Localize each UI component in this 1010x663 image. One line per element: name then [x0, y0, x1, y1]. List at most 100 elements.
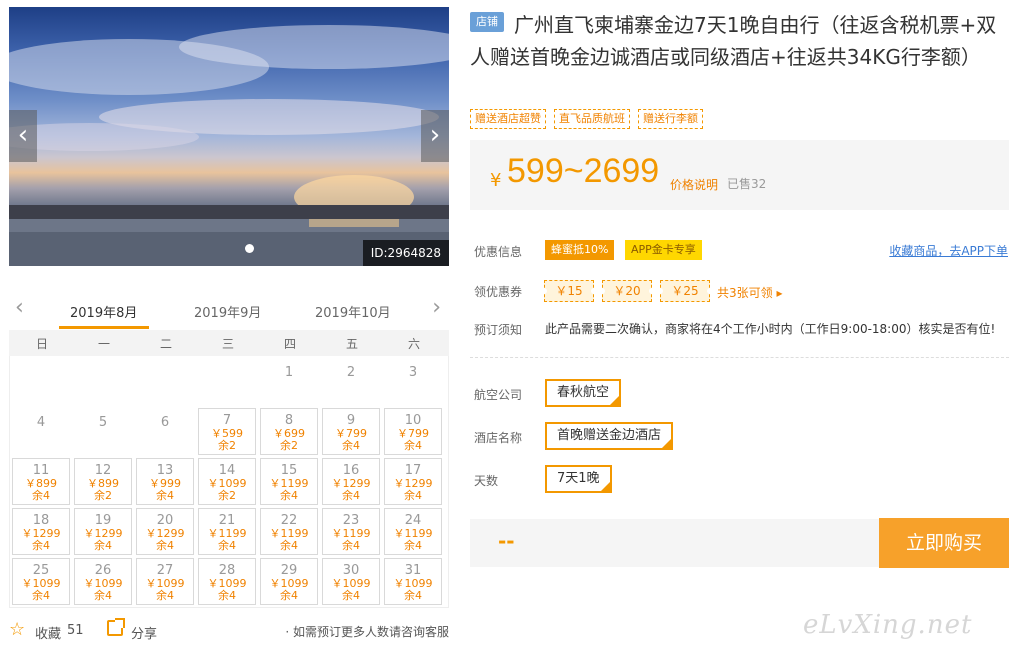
feature-tag: 直飞品质航班 [554, 109, 630, 129]
calendar-day-left: 余4 [342, 539, 360, 553]
gallery-next-arrow[interactable]: › [421, 110, 449, 162]
calendar-day-day: 27 [156, 563, 174, 578]
calendar-day[interactable]: 13 ￥999 余4 [136, 458, 194, 505]
calendar-day[interactable]: 12 ￥899 余2 [74, 458, 132, 505]
sold-count: 已售32 [727, 177, 767, 191]
calendar-day-left: 余4 [342, 439, 360, 453]
calendar-day[interactable]: 31 ￥1099 余4 [384, 558, 442, 605]
quantity-display[interactable]: -- [498, 529, 515, 553]
share-icon[interactable] [107, 618, 125, 636]
calendar-day-day: 9 [346, 413, 356, 428]
calendar-day[interactable]: 22 ￥1199 余4 [260, 508, 318, 555]
airline-option[interactable]: 春秋航空 [545, 379, 622, 407]
calendar-day[interactable]: 18 ￥1299 余4 [12, 508, 70, 555]
calendar-day[interactable]: 29 ￥1099 余4 [260, 558, 318, 605]
calendar-day-number: 6 [160, 415, 170, 430]
buy-now-button[interactable]: 立即购买 [879, 518, 1009, 568]
calendar-day-day: 23 [342, 513, 360, 528]
weekday-sun: 日 [35, 337, 48, 351]
month-navigation: ‹ 2019年8月 2019年9月 2019年10月 › [9, 293, 449, 330]
hotel-option[interactable]: 首晚赠送金边酒店 [545, 422, 674, 450]
calendar-day-number: 4 [36, 415, 46, 430]
coupon-15[interactable]: ￥15 [541, 280, 597, 302]
gallery-pagination[interactable] [245, 242, 254, 256]
tab-month-oct[interactable]: 2019年10月 [315, 302, 391, 321]
calendar-day[interactable]: 10 ￥799 余4 [384, 408, 442, 455]
calendar-day[interactable]: 23 ￥1199 余4 [322, 508, 380, 555]
calendar-day-left: 余4 [156, 489, 174, 503]
month-prev-arrow[interactable]: ‹ [15, 295, 24, 320]
price-explanation-link[interactable]: 价格说明 [670, 176, 718, 193]
currency-symbol: ¥ [490, 170, 502, 191]
calendar-day-day: 12 [94, 463, 112, 478]
action-bar: ☆ 收藏 51 分享 · 如需预订更多人数请咨询客服 [9, 618, 449, 642]
calendar-day-day: 28 [218, 563, 236, 578]
calendar-day-left: 余4 [404, 489, 422, 503]
calendar-day[interactable]: 27 ￥1099 余4 [136, 558, 194, 605]
product-gallery[interactable]: ‹ › ID:2964828 [9, 7, 449, 266]
calendar-day[interactable]: 11 ￥899 余4 [12, 458, 70, 505]
star-icon[interactable]: ☆ [9, 619, 25, 640]
calendar-day[interactable]: 16 ￥1299 余4 [322, 458, 380, 505]
calendar-day-unavailable: 5 [74, 408, 132, 455]
calendar-day-day: 8 [284, 413, 294, 428]
calendar-day[interactable]: 21 ￥1199 余4 [198, 508, 256, 555]
tab-month-sep[interactable]: 2019年9月 [194, 302, 261, 321]
price-range: 599~2699 [507, 152, 660, 190]
calendar-day[interactable]: 26 ￥1099 余4 [74, 558, 132, 605]
calendar-day-left: 余4 [280, 589, 298, 603]
share-button[interactable]: 分享 [131, 623, 157, 642]
booking-note: 此产品需要二次确认，商家将在4个工作小时内（工作日9:00-18:00）核实是否… [545, 322, 996, 336]
promo-label: 优惠信息 [474, 245, 523, 259]
calendar-day-left: 余4 [342, 489, 360, 503]
calendar-day-day: 22 [280, 513, 298, 528]
calendar-day-left: 余4 [280, 489, 298, 503]
calendar-day[interactable]: 7 ￥599 余2 [198, 408, 256, 455]
calendar-day-left: 余4 [156, 539, 174, 553]
calendar-day[interactable]: 17 ￥1299 余4 [384, 458, 442, 505]
calendar-day[interactable]: 20 ￥1299 余4 [136, 508, 194, 555]
weekday-wed: 三 [221, 337, 234, 351]
calendar-day-day: 20 [156, 513, 174, 528]
weekday-header: 日 一 二 三 四 五 六 [9, 330, 449, 356]
promo-tag-app: APP金卡专享 [625, 240, 702, 260]
calendar-day[interactable]: 25 ￥1099 余4 [12, 558, 70, 605]
weekday-tue: 二 [159, 337, 172, 351]
month-next-arrow[interactable]: › [432, 295, 441, 320]
booking-label: 预订须知 [474, 323, 523, 337]
calendar-day-unavailable: 1 [260, 358, 318, 405]
favorite-count: 51 [67, 623, 84, 638]
coupon-20[interactable]: ￥20 [599, 280, 655, 302]
calendar-day[interactable]: 9 ￥799 余4 [322, 408, 380, 455]
gallery-prev-arrow[interactable]: ‹ [9, 110, 37, 162]
coupon-25[interactable]: ￥25 [657, 280, 713, 302]
shop-badge: 店铺 [470, 12, 504, 32]
calendar-day-left: 余2 [218, 439, 236, 453]
calendar-day-day: 7 [222, 413, 232, 428]
tab-month-aug[interactable]: 2019年8月 [70, 302, 137, 321]
gallery-dot[interactable] [245, 244, 254, 253]
site-watermark: eLvXing.net [803, 610, 973, 640]
calendar-day-day: 15 [280, 463, 298, 478]
calendar-day-day: 26 [94, 563, 112, 578]
days-option[interactable]: 7天1晚 [545, 465, 612, 493]
coupon-more-link[interactable]: 共3张可领 ▸ [717, 284, 782, 301]
calendar-day[interactable]: 8 ￥699 余2 [260, 408, 318, 455]
calendar-day-left: 余4 [32, 489, 50, 503]
calendar-day[interactable]: 15 ￥1199 余4 [260, 458, 318, 505]
calendar-day-left: 余4 [218, 539, 236, 553]
feature-tag: 赠送酒店超赞 [470, 109, 546, 129]
favorite-app-link[interactable]: 收藏商品，去APP下单 [889, 242, 1008, 259]
calendar-day[interactable]: 30 ￥1099 余4 [322, 558, 380, 605]
calendar-day-unavailable: 4 [12, 408, 70, 455]
calendar-day-left: 余4 [156, 589, 174, 603]
calendar-day[interactable]: 19 ￥1299 余4 [74, 508, 132, 555]
calendar-day[interactable]: 24 ￥1199 余4 [384, 508, 442, 555]
favorite-button[interactable]: 收藏 [35, 623, 61, 642]
calendar-day-left: 余2 [218, 489, 236, 503]
calendar-day[interactable]: 28 ￥1099 余4 [198, 558, 256, 605]
weekday-fri: 五 [345, 337, 358, 351]
calendar-day-left: 余4 [280, 539, 298, 553]
calendar-day[interactable]: 14 ￥1099 余2 [198, 458, 256, 505]
calendar-day-day: 13 [156, 463, 174, 478]
